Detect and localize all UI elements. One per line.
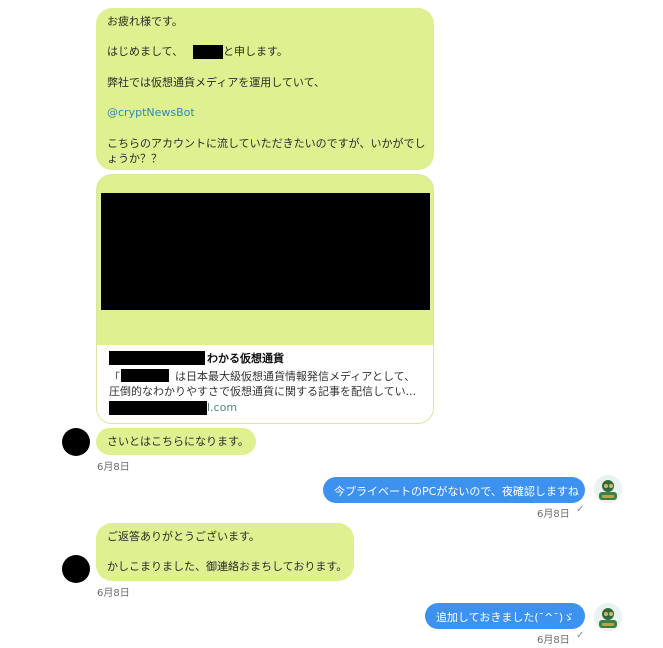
message-date: 6月8日 bbox=[97, 462, 130, 473]
message-date: 6月8日 bbox=[537, 635, 570, 646]
redacted-name bbox=[193, 45, 223, 59]
link-card[interactable]: わかる仮想通貨 「 は日本最大級仮想通貨情報発信メディアとして、 圧倒的なわかり… bbox=[96, 174, 434, 424]
incoming-message-1: お疲れ様です。 はじめまして、 と申します。 弊社では仮想通貨メディアを運用して… bbox=[96, 8, 434, 170]
redacted-avatar bbox=[62, 555, 90, 583]
incoming-message-3: ご返答ありがとうございます。 かしこまりました、御連絡おまちしております。 bbox=[96, 523, 354, 581]
message-line: はじめまして、 bbox=[107, 45, 184, 58]
message-text: さいとはこちらになります。 bbox=[107, 435, 249, 448]
message-line: お疲れ様です。 bbox=[107, 15, 183, 28]
card-title: わかる仮想通貨 bbox=[207, 352, 284, 365]
message-line: ょうか？？ bbox=[107, 152, 162, 165]
card-image-redacted bbox=[101, 193, 430, 310]
card-description: 圧倒的なわかりやすさで仮想通貨に関する記事を配信してい... bbox=[109, 385, 417, 398]
outgoing-message-2: 追加しておきました(¯^¯)ゞ bbox=[425, 603, 585, 629]
card-domain: l.com bbox=[207, 401, 238, 414]
message-text: 追加しておきました(¯^¯)ゞ bbox=[436, 611, 575, 624]
read-check-icon: ✓ bbox=[576, 630, 585, 641]
card-title-redacted bbox=[109, 351, 205, 365]
mention-link[interactable]: @cryptNewsBot bbox=[107, 106, 195, 119]
outgoing-message-1: 今プライベートのPCがないので、夜確認しますね bbox=[323, 477, 585, 503]
message-line: こちらのアカウントに流していただきたいのですが、いかがでし bbox=[107, 137, 426, 150]
message-date: 6月8日 bbox=[97, 588, 130, 599]
message-line: と申します。 bbox=[223, 45, 288, 58]
redacted-avatar bbox=[62, 428, 90, 456]
message-text: 今プライベートのPCがないので、夜確認しますね bbox=[334, 485, 579, 498]
message-line: ご返答ありがとうございます。 bbox=[107, 530, 260, 543]
card-domain-redacted bbox=[109, 401, 207, 415]
incoming-message-2: さいとはこちらになります。 bbox=[96, 428, 256, 455]
card-description: は日本最大級仮想通貨情報発信メディアとして、 bbox=[175, 370, 416, 383]
message-line: かしこまりました、御連絡おまちしております。 bbox=[107, 560, 348, 573]
avatar-icon bbox=[594, 603, 622, 631]
read-check-icon: ✓ bbox=[576, 504, 585, 515]
card-desc-redacted bbox=[121, 369, 169, 382]
message-line: 弊社では仮想通貨メディアを運用していて、 bbox=[107, 76, 326, 89]
card-body: わかる仮想通貨 「 は日本最大級仮想通貨情報発信メディアとして、 圧倒的なわかり… bbox=[97, 345, 433, 423]
avatar-icon bbox=[594, 475, 622, 503]
message-date: 6月8日 bbox=[537, 509, 570, 520]
